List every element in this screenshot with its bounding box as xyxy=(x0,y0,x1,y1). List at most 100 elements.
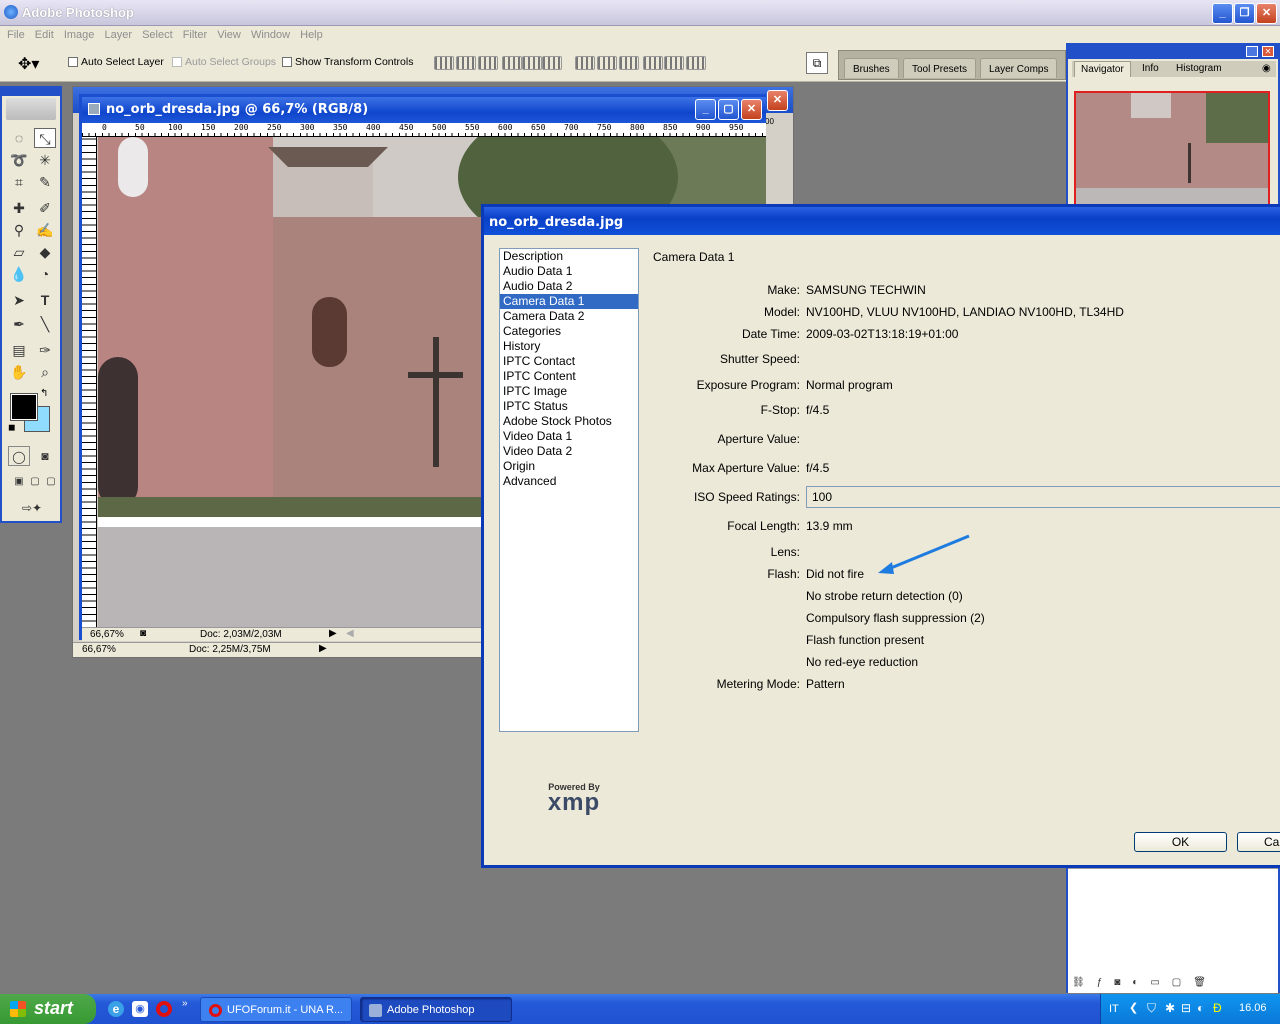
hand-tool-icon[interactable]: ✋ xyxy=(8,362,30,382)
tab-tool-presets[interactable]: Tool Presets xyxy=(903,58,977,78)
pen-tool-icon[interactable]: ✒ xyxy=(8,314,30,334)
paint-bucket-icon[interactable]: ◆ xyxy=(34,242,56,262)
menu-help[interactable]: Help xyxy=(300,26,323,44)
notes-tool-icon[interactable]: ▤ xyxy=(8,340,30,360)
back-status-arrow-icon[interactable]: ▶ xyxy=(319,643,327,654)
line-tool-icon[interactable]: ╲ xyxy=(34,314,56,334)
back-window-close-button[interactable]: ✕ xyxy=(767,90,788,111)
scroll-left-icon[interactable]: ◀ xyxy=(346,628,354,639)
panel-menu-icon[interactable]: ◉ xyxy=(1262,63,1271,74)
navigator-close-icon[interactable]: ✕ xyxy=(1262,46,1274,57)
align-vcenter-icon[interactable] xyxy=(456,56,476,70)
toolbox-titlebar[interactable] xyxy=(2,88,60,96)
history-brush-icon[interactable]: ✍ xyxy=(34,220,56,240)
tab-navigator[interactable]: Navigator xyxy=(1074,61,1131,77)
tab-histogram[interactable]: Histogram xyxy=(1176,63,1222,74)
clock[interactable]: 16.06 xyxy=(1239,1002,1267,1014)
minimize-button[interactable]: _ xyxy=(1212,3,1233,24)
eraser-icon[interactable]: ▱ xyxy=(8,242,30,262)
doc-close-button[interactable]: ✕ xyxy=(741,99,762,120)
internet-explorer-icon[interactable]: e xyxy=(108,1001,124,1017)
ok-button[interactable]: OK xyxy=(1134,832,1227,852)
tab-layer-comps[interactable]: Layer Comps xyxy=(980,58,1058,78)
menu-window[interactable]: Window xyxy=(251,26,290,44)
dialog-titlebar[interactable]: no_orb_dresda.jpg xyxy=(484,207,1280,235)
tab-info[interactable]: Info xyxy=(1142,63,1159,74)
opera-icon[interactable] xyxy=(156,1001,172,1017)
tray-expand-icon[interactable]: ❮ xyxy=(1129,1001,1138,1014)
jump-to-imageready-icon[interactable]: ⇨✦ xyxy=(8,498,56,518)
align-top-icon[interactable] xyxy=(434,56,454,70)
cancel-button[interactable]: Car xyxy=(1237,832,1280,852)
doc-minimize-button[interactable]: _ xyxy=(695,99,716,120)
status-arrow-icon[interactable]: ▶ xyxy=(329,628,337,639)
back-doc-size[interactable]: Doc: 2,25M/3,75M xyxy=(189,644,271,655)
category-item-video-data-2[interactable]: Video Data 2 xyxy=(500,444,638,459)
align-left-icon[interactable] xyxy=(502,56,522,70)
security-shield-icon[interactable]: ⛉ xyxy=(1147,1001,1156,1016)
magic-wand-icon[interactable]: ✳ xyxy=(34,150,56,170)
align-bottom-icon[interactable] xyxy=(478,56,498,70)
menu-file[interactable]: File xyxy=(7,26,25,44)
navigator-preview[interactable] xyxy=(1074,91,1270,206)
blur-tool-icon[interactable]: 💧 xyxy=(8,264,30,284)
lasso-tool-icon[interactable]: ➰ xyxy=(8,150,30,170)
quicklaunch-app-icon[interactable]: ◉ xyxy=(132,1001,148,1017)
task-photoshop[interactable]: Adobe Photoshop xyxy=(360,997,512,1022)
navigator-minimize-icon[interactable] xyxy=(1246,46,1258,57)
type-tool-icon[interactable]: T xyxy=(34,290,56,310)
auto-select-layer-checkbox[interactable]: Auto Select Layer xyxy=(68,56,164,68)
distribute-right-icon[interactable] xyxy=(686,56,706,70)
iso-field[interactable]: 100 xyxy=(806,486,1280,508)
menu-layer[interactable]: Layer xyxy=(104,26,132,44)
category-item-audio-data-1[interactable]: Audio Data 1 xyxy=(500,264,638,279)
feather-logo-icon[interactable] xyxy=(6,98,56,120)
back-zoom-readout[interactable]: 66,67% xyxy=(82,644,116,655)
quicklaunch-expand-icon[interactable]: » xyxy=(182,998,188,1009)
zoom-readout[interactable]: 66,67% xyxy=(90,629,124,640)
auto-select-groups-checkbox[interactable]: Auto Select Groups xyxy=(172,56,276,68)
tab-brushes[interactable]: Brushes xyxy=(844,58,899,78)
foreground-color-swatch[interactable] xyxy=(10,393,38,421)
menu-filter[interactable]: Filter xyxy=(183,26,207,44)
distribute-left-icon[interactable] xyxy=(643,56,663,70)
quick-mask-icon[interactable]: ◙ xyxy=(34,446,56,466)
distribute-top-icon[interactable] xyxy=(575,56,595,70)
network-icon[interactable]: ⊟ xyxy=(1181,1001,1191,1015)
layer-buttons-row[interactable]: ⛓ƒ◙◐▭▢🗑 xyxy=(1072,977,1272,991)
doc-size-readout[interactable]: Doc: 2,03M/2,03M xyxy=(200,629,282,640)
align-right-icon[interactable] xyxy=(542,56,562,70)
eyedropper-icon[interactable]: ✑ xyxy=(34,340,56,360)
dodge-tool-icon[interactable]: ◔ xyxy=(34,264,56,284)
zoom-tool-icon[interactable]: ⌕ xyxy=(34,362,56,382)
clone-stamp-icon[interactable]: ⚲ xyxy=(8,220,30,240)
slice-tool-icon[interactable]: ✎ xyxy=(34,172,56,192)
align-hcenter-icon[interactable] xyxy=(522,56,542,70)
screen-mode-full-icon[interactable]: ▢ xyxy=(40,472,62,492)
standard-mode-icon[interactable]: ◯ xyxy=(8,446,30,466)
menu-select[interactable]: Select xyxy=(142,26,173,44)
menu-edit[interactable]: Edit xyxy=(35,26,54,44)
tray-app-icon[interactable]: Ð xyxy=(1213,1001,1222,1015)
file-browser-icon[interactable]: ⧉ xyxy=(806,52,828,74)
volume-icon[interactable]: ◐ xyxy=(1197,1001,1204,1015)
menu-image[interactable]: Image xyxy=(64,26,95,44)
distribute-vcenter-icon[interactable] xyxy=(597,56,617,70)
task-ufoforum[interactable]: UFOForum.it - UNA R... xyxy=(200,997,352,1022)
swap-colors-icon[interactable]: ↰ xyxy=(40,388,48,399)
show-transform-controls-checkbox[interactable]: Show Transform Controls xyxy=(282,56,413,68)
start-button[interactable]: start xyxy=(0,994,96,1024)
move-tool-icon[interactable]: ✥▾ xyxy=(18,54,39,74)
category-item-description[interactable]: Description xyxy=(500,249,638,264)
bluetooth-icon[interactable]: ✱ xyxy=(1165,1001,1175,1015)
brush-tool-icon[interactable]: ✐ xyxy=(34,198,56,218)
distribute-hcenter-icon[interactable] xyxy=(664,56,684,70)
document-titlebar[interactable]: no_orb_dresda.jpg @ 66,7% (RGB/8) _ ▢ ✕ xyxy=(82,97,766,123)
status-menu-icon[interactable]: ◙ xyxy=(140,628,146,639)
menu-view[interactable]: View xyxy=(217,26,241,44)
restore-button[interactable]: ❐ xyxy=(1234,3,1255,24)
crop-tool-icon[interactable]: ⌗ xyxy=(8,172,30,192)
category-item-advanced[interactable]: Advanced xyxy=(500,474,638,489)
move-tool-icon[interactable]: ⤡ xyxy=(34,128,56,148)
language-indicator[interactable]: IT xyxy=(1109,1003,1119,1015)
